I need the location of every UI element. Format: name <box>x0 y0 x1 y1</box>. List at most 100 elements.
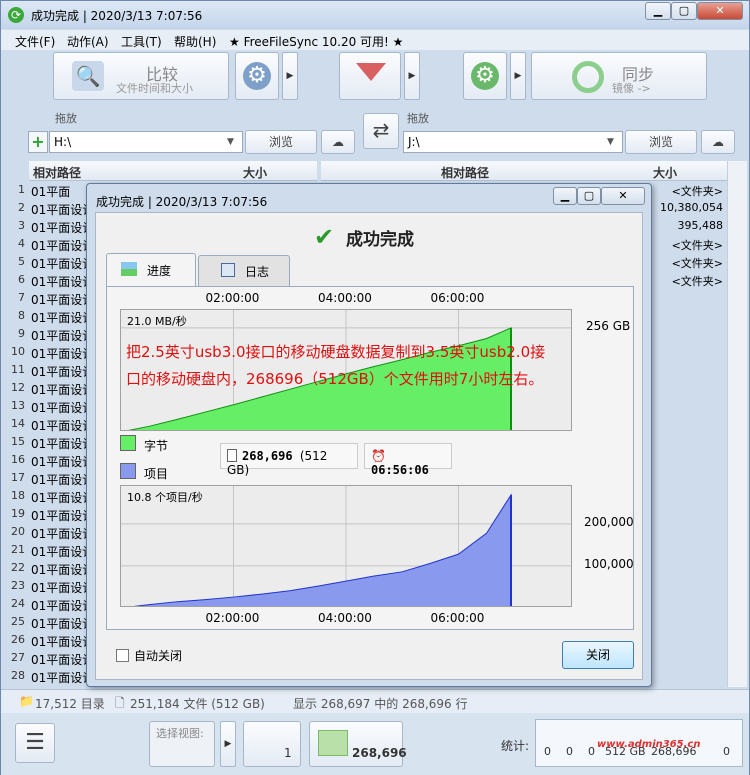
row-left-path: 01平面设计 <box>31 617 95 631</box>
row-number: 24 <box>11 597 25 610</box>
sync-button[interactable]: 同步 镜像 -> <box>531 52 707 100</box>
row-number: 28 <box>11 669 25 682</box>
row-left-path: 01平面设计 <box>31 203 95 217</box>
row-number: 19 <box>11 507 25 520</box>
view-label: 选择视图: <box>156 727 204 740</box>
menu-file[interactable]: 文件(F) <box>15 33 55 50</box>
row-left-path: 01平面设计 <box>31 563 95 577</box>
row-number: 16 <box>11 453 25 466</box>
rows-shown: 显示 268,697 中的 268,696 行 <box>293 697 468 711</box>
close-dialog-x-button[interactable]: ✕ <box>601 187 645 205</box>
cloud-icon[interactable]: ☁ <box>701 130 735 154</box>
folder-icon: 📁 <box>19 694 34 708</box>
row-number: 20 <box>11 525 25 538</box>
left-folder-path-input[interactable]: H:\ <box>49 131 243 153</box>
grid-scrollbar[interactable] <box>727 161 747 687</box>
dialog-heading: 成功完成 <box>346 230 414 250</box>
compare-options-arrow[interactable]: ▶ <box>282 52 298 100</box>
stats-label: 统计: <box>501 739 530 753</box>
row-left-path: 01平面设计 <box>31 257 95 271</box>
right-header-size[interactable]: 大小 <box>649 161 727 181</box>
maximize-button[interactable]: ▢ <box>671 2 697 20</box>
row-left-path: 01平面设计 <box>31 545 95 559</box>
left-header-size[interactable]: 大小 <box>239 161 317 181</box>
sync-options-arrow[interactable]: ▶ <box>510 52 526 100</box>
right-header-path[interactable]: 相对路径 <box>437 161 649 181</box>
middle-header[interactable] <box>321 161 437 181</box>
equal-files-filter[interactable]: 1 <box>243 721 301 767</box>
auto-close-checkbox[interactable] <box>116 649 129 662</box>
row-left-path: 01平面 <box>31 185 71 199</box>
tab-log[interactable]: 日志 <box>198 255 290 287</box>
minimize-button[interactable]: ▁ <box>553 187 577 205</box>
dialog-body: ✔ 成功完成 进度 日志 21.0 MB/秒 10.8 个项目/秒 02:00:… <box>95 212 643 680</box>
x-tick-label: 06:00:00 <box>430 291 485 305</box>
cloud-icon[interactable]: ☁ <box>321 130 355 154</box>
row-left-path: 01平面设计 <box>31 455 95 469</box>
left-header-path[interactable]: 相对路径 <box>29 161 239 181</box>
annotation-text: 把2.5英寸usb3.0接口的移动硬盘数据复制到3.5英寸usb2.0接口的移动… <box>126 343 546 388</box>
row-number: 17 <box>11 471 25 484</box>
row-left-path: 01平面设计 <box>31 491 95 505</box>
compare-settings-button[interactable]: ⚙ <box>235 52 279 100</box>
items-legend-swatch <box>120 463 136 479</box>
row-left-path: 01平面设计 <box>31 671 95 685</box>
row-left-path: 01平面设计 <box>31 401 95 415</box>
left-browse-button[interactable]: 浏览 <box>245 130 317 154</box>
sync-count: 268,696 <box>352 746 407 760</box>
chart-icon <box>121 262 137 276</box>
bytes-legend-label: 字节 <box>144 439 169 453</box>
window-title: 成功完成 | 2020/3/13 7:07:56 <box>31 9 203 23</box>
left-drop-label: 拖放 <box>55 112 77 125</box>
row-left-path: 01平面设计 <box>31 383 95 397</box>
row-number: 1 <box>18 183 25 196</box>
maximize-button[interactable]: ▢ <box>577 187 601 205</box>
chart-title: 10.8 个项目/秒 <box>127 490 203 504</box>
row-number: 8 <box>18 309 25 322</box>
right-browse-button[interactable]: 浏览 <box>625 130 697 154</box>
sync-settings-button[interactable]: ⚙ <box>463 52 507 100</box>
menu-action[interactable]: 动作(A) <box>67 33 109 50</box>
close-button[interactable]: 关闭 <box>562 641 634 669</box>
chevron-down-icon[interactable]: ▼ <box>607 137 614 147</box>
row-left-path: 01平面设计 <box>31 473 95 487</box>
items-legend-label: 项目 <box>144 467 169 481</box>
view-options-arrow[interactable]: ▶ <box>220 721 236 767</box>
y-tick-label: 256 GB <box>586 318 631 333</box>
watermark-text: www.admin365.cn <box>597 739 701 750</box>
row-right-size: 10,380,054 <box>660 201 723 214</box>
filter-options-arrow[interactable]: ▶ <box>404 52 420 100</box>
row-left-path: 01平面设计 <box>31 365 95 379</box>
view-selector[interactable]: 选择视图: <box>149 721 215 767</box>
chevron-down-icon[interactable]: ▼ <box>227 137 234 147</box>
swap-sides-button[interactable]: ⇄ <box>363 113 399 149</box>
add-folder-pair-icon[interactable]: + <box>28 131 48 153</box>
gear-icon: ⚙ <box>471 62 499 90</box>
stat-value: 0 <box>723 745 730 758</box>
row-left-path: 01平面设计 <box>31 221 95 235</box>
row-left-path: 01平面设计 <box>31 581 95 595</box>
menu-update-available[interactable]: ★ FreeFileSync 10.20 可用! ★ <box>229 33 403 50</box>
row-number: 10 <box>11 345 25 358</box>
right-folder-path-input[interactable]: J:\ <box>403 131 623 153</box>
checkmark-icon: ✔ <box>314 223 335 251</box>
minimize-button[interactable]: ▁ <box>645 2 671 20</box>
funnel-icon <box>356 63 386 81</box>
row-number: 18 <box>11 489 25 502</box>
config-list-icon[interactable]: ☰ <box>15 723 55 763</box>
tab-progress[interactable]: 进度 <box>106 253 196 287</box>
close-window-button[interactable]: ✕ <box>697 2 743 20</box>
filter-button[interactable] <box>339 52 401 100</box>
items-chart-svg: 10.8 个项目/秒 <box>121 486 571 606</box>
row-number: 22 <box>11 561 25 574</box>
menu-tools[interactable]: 工具(T) <box>121 33 162 50</box>
compare-button[interactable]: 🔍 比较 文件时间和大小 <box>53 52 229 100</box>
row-right-size: 395,488 <box>677 219 724 232</box>
items-total: 268,696 <box>242 449 293 463</box>
row-left-path: 01平面设计 <box>31 347 95 361</box>
sync-count-filter[interactable]: 268,696 <box>309 721 407 767</box>
row-left-path: 01平面设计 <box>31 635 95 649</box>
stat-value: 0 <box>566 745 573 758</box>
menu-help[interactable]: 帮助(H) <box>174 33 216 50</box>
row-number: 13 <box>11 399 25 412</box>
